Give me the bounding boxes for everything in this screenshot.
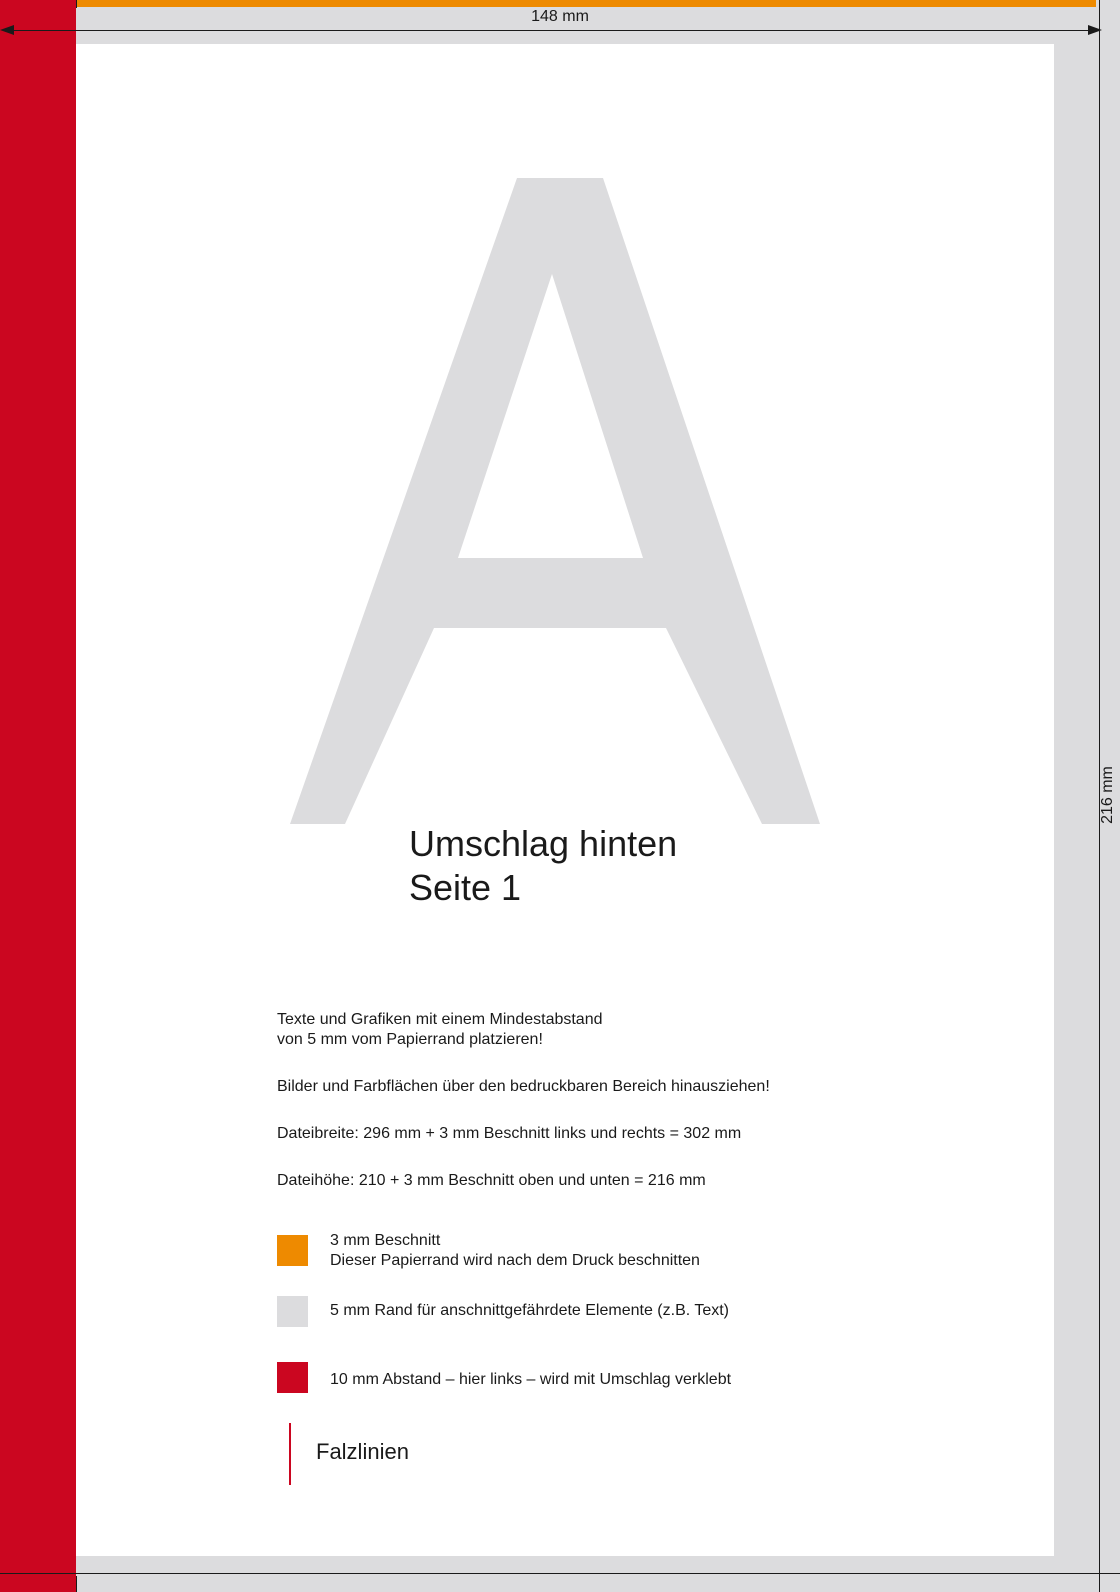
instruction-bleed-images: Bilder und Farbflächen über den bedruckb…	[277, 1078, 770, 1095]
height-label: 216 mm	[1099, 766, 1116, 824]
instruction-margin-1: Texte und Grafiken mit einem Mindestabst…	[277, 1011, 603, 1028]
legend-safe-margin: 5 mm Rand für anschnittgefährdete Elemen…	[330, 1302, 730, 1319]
cover-page: Seite 1	[409, 867, 522, 908]
instruction-file-height: Dateihöhe: 210 + 3 mm Beschnitt oben und…	[277, 1172, 706, 1189]
cover-letter-a	[290, 178, 820, 824]
legend-bleed-title: 3 mm Beschnitt	[330, 1232, 441, 1249]
instruction-file-width: Dateibreite: 296 mm + 3 mm Beschnitt lin…	[277, 1125, 742, 1142]
instruction-margin-2: von 5 mm vom Papierrand platzieren!	[277, 1031, 543, 1048]
legend-bleed-description: Dieser Papierrand wird nach dem Druck be…	[330, 1252, 700, 1269]
legend-glue-gap: 10 mm Abstand – hier links – wird mit Um…	[330, 1371, 732, 1388]
fold-line-sample	[289, 1423, 291, 1485]
arrow-left-icon	[0, 25, 14, 35]
bleed-swatch	[277, 1235, 308, 1266]
crop-mark-bottom-left	[76, 1576, 77, 1592]
trim-line-bottom	[0, 1573, 1120, 1574]
safe-margin-swatch	[277, 1296, 308, 1327]
crop-mark-top-left	[76, 0, 77, 8]
glue-band-left	[0, 0, 76, 1592]
width-dimension-line	[8, 30, 1098, 31]
width-label: 148 mm	[531, 8, 589, 25]
glue-gap-swatch	[277, 1362, 308, 1393]
cover-title: Umschlag hinten	[409, 823, 678, 864]
legend-fold-lines: Falzlinien	[316, 1439, 409, 1464]
bleed-strip-top	[0, 0, 1120, 7]
